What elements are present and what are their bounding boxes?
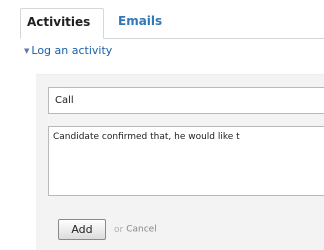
or-separator: or — [114, 224, 124, 235]
log-activity-link[interactable]: Log an activity — [31, 44, 112, 57]
tab-bar: Activities Emails — [20, 8, 324, 39]
triangle-down-icon: ▼ — [24, 47, 30, 55]
log-activity-toggle[interactable]: ▼ Log an activity — [24, 44, 112, 57]
activity-type-input[interactable] — [48, 87, 324, 114]
cancel-link[interactable]: Cancel — [126, 225, 157, 235]
tab-activities[interactable]: Activities — [20, 8, 104, 39]
activity-notes-textarea[interactable]: Candidate confirmed that, he would like … — [48, 126, 324, 196]
add-button[interactable]: Add — [58, 219, 106, 240]
tab-emails[interactable]: Emails — [112, 8, 182, 38]
form-actions: Add or Cancel — [58, 219, 157, 241]
